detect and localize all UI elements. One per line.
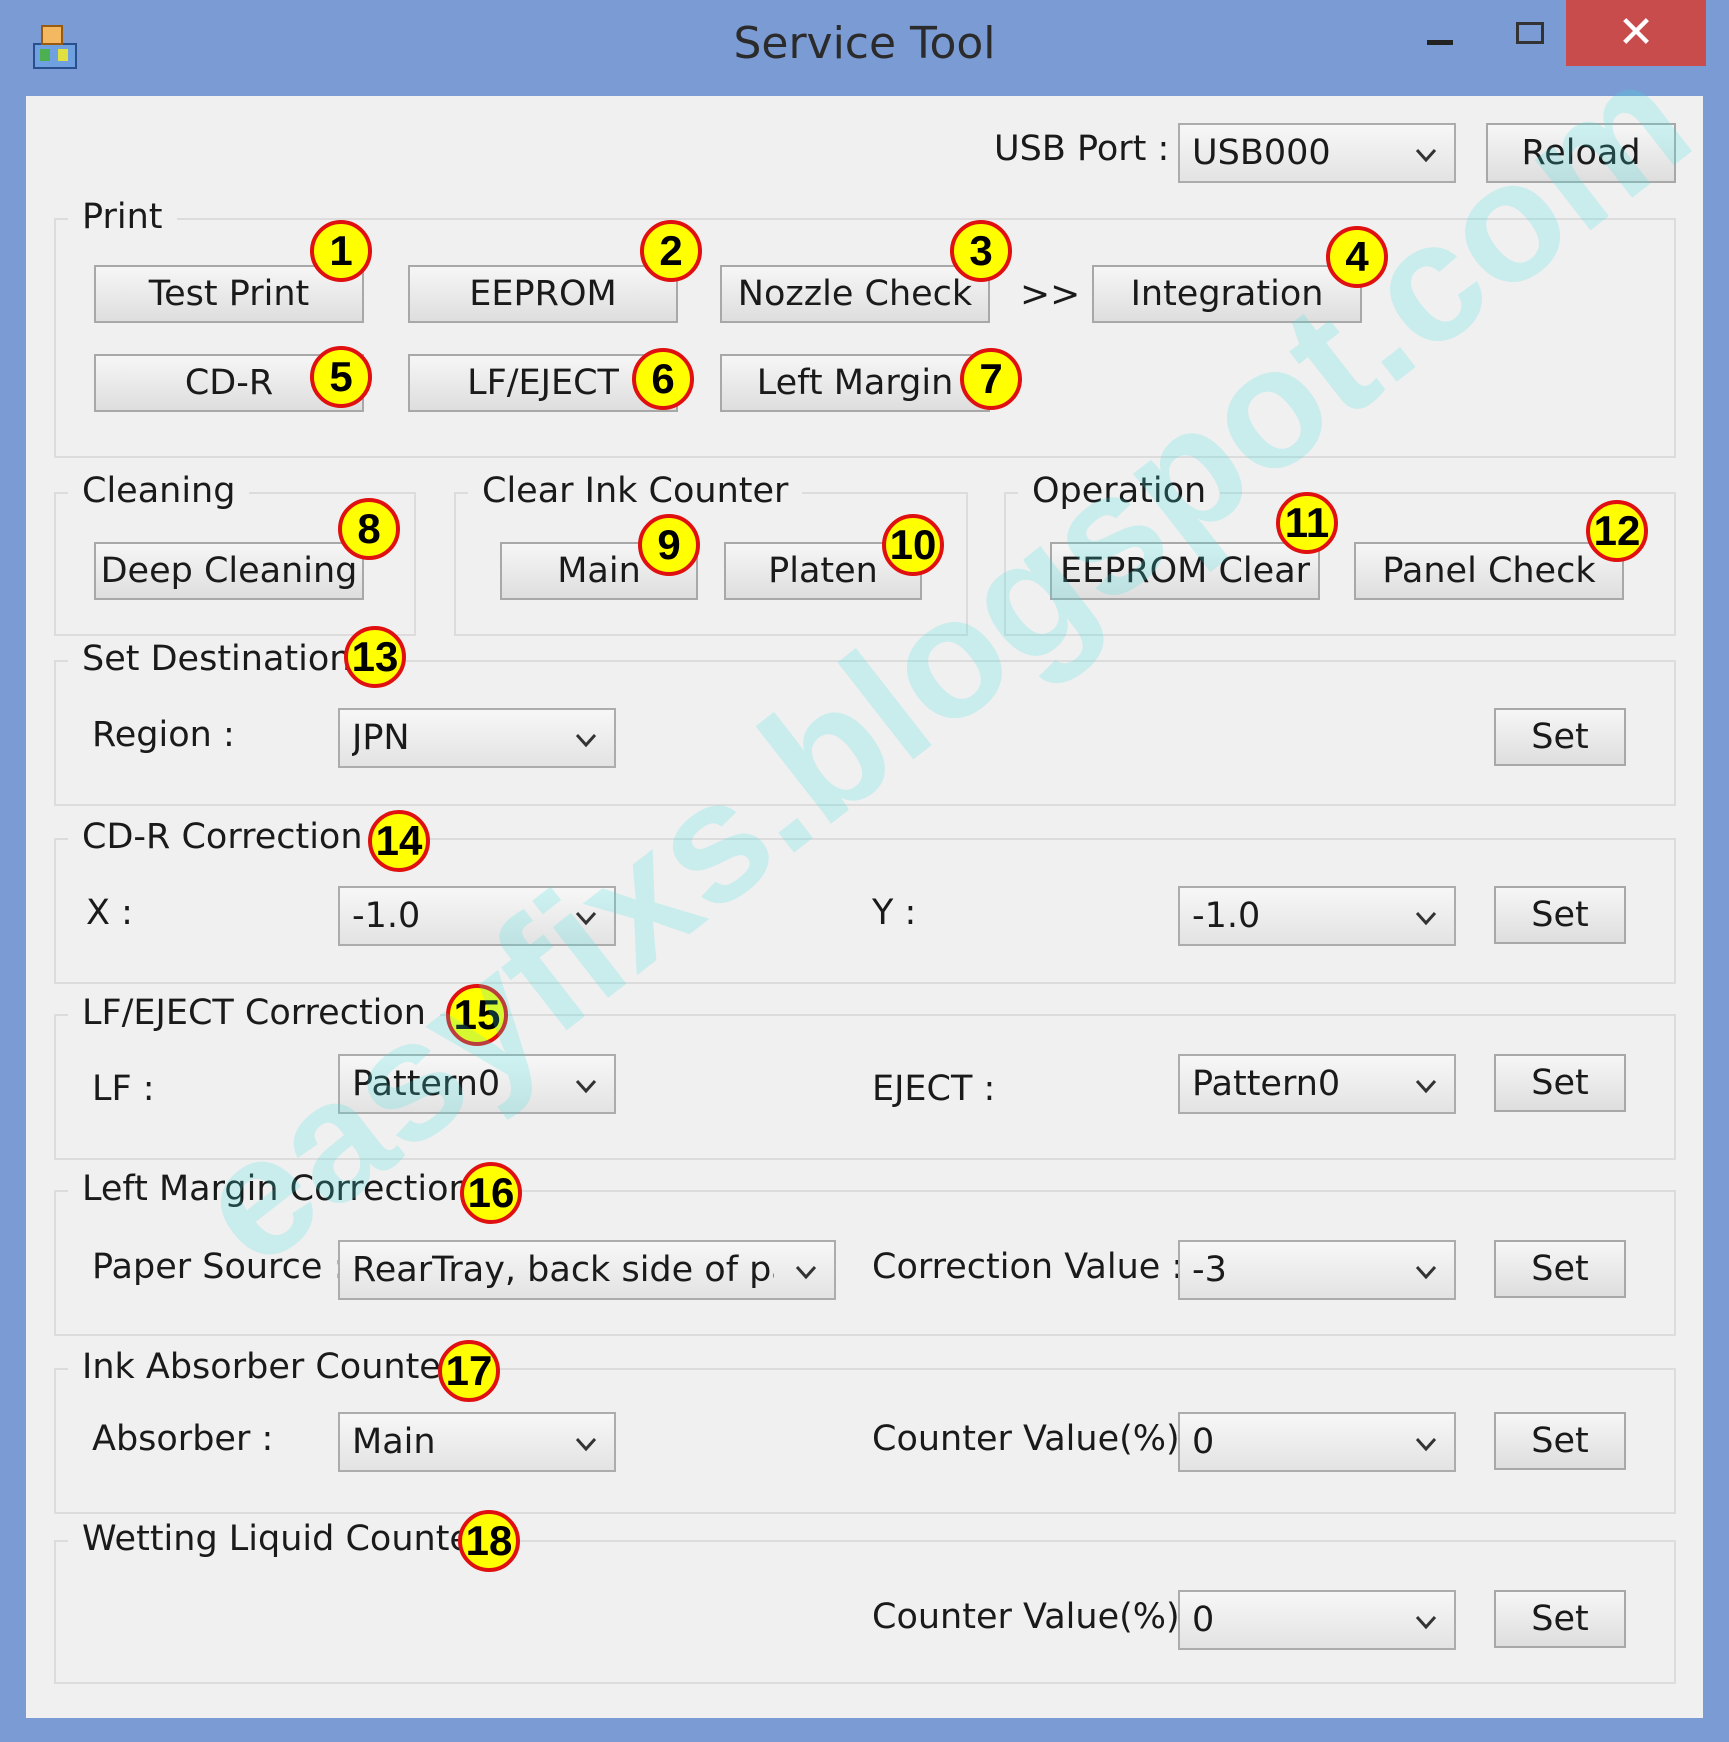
y-correction-value: -1.0 <box>1192 896 1261 936</box>
panel-check-button[interactable]: Panel Check <box>1354 542 1624 600</box>
absorber-set-button[interactable]: Set <box>1494 1412 1626 1470</box>
chevron-down-icon <box>575 733 597 748</box>
eeprom-button[interactable]: EEPROM <box>408 265 678 323</box>
wetting-set-button[interactable]: Set <box>1494 1590 1626 1648</box>
annotation-badge: 9 <box>638 514 700 576</box>
lf-pattern-select[interactable]: Pattern0 <box>338 1054 616 1114</box>
chevron-down-icon <box>1415 1079 1437 1094</box>
lf-eject-set-button[interactable]: Set <box>1494 1054 1626 1112</box>
annotation-badge: 13 <box>344 626 406 688</box>
cleaning-group-title: Cleaning <box>68 474 250 509</box>
maximize-icon <box>1516 22 1544 44</box>
left-margin-set-button[interactable]: Set <box>1494 1240 1626 1298</box>
maximize-button[interactable] <box>1480 0 1580 66</box>
annotation-badge: 5 <box>310 346 372 408</box>
chevron-down-icon <box>1415 1265 1437 1280</box>
title-bar[interactable]: Service Tool ✕ <box>0 0 1729 96</box>
chevron-down-icon <box>795 1265 817 1280</box>
sequence-arrow: >> <box>1020 274 1081 315</box>
integration-button[interactable]: Integration <box>1092 265 1362 323</box>
close-button[interactable]: ✕ <box>1566 0 1706 66</box>
absorber-counter-label: Counter Value(%) : <box>872 1419 1203 1459</box>
chevron-down-icon <box>575 1079 597 1094</box>
annotation-badge: 15 <box>446 984 508 1046</box>
client-area: USB Port : USB000 Reload Print Test Prin… <box>26 96 1703 1718</box>
left-margin-correction-title: Left Margin Correction <box>68 1172 485 1207</box>
annotation-badge: 18 <box>458 1510 520 1572</box>
eject-pattern-select[interactable]: Pattern0 <box>1178 1054 1456 1114</box>
usb-port-label: USB Port : <box>994 129 1170 169</box>
lf-pattern-value: Pattern0 <box>352 1064 501 1104</box>
eject-label: EJECT : <box>872 1069 996 1109</box>
y-label: Y : <box>872 893 917 933</box>
absorber-counter-select[interactable]: 0 <box>1178 1412 1456 1472</box>
paper-source-select[interactable]: RearTray, back side of pap <box>338 1240 836 1300</box>
chevron-down-icon <box>575 1437 597 1452</box>
region-select[interactable]: JPN <box>338 708 616 768</box>
chevron-down-icon <box>1415 911 1437 926</box>
left-margin-button[interactable]: Left Margin <box>720 354 990 412</box>
chevron-down-icon <box>1415 1437 1437 1452</box>
lf-eject-correction-title: LF/EJECT Correction <box>68 996 440 1031</box>
y-correction-select[interactable]: -1.0 <box>1178 886 1456 946</box>
ink-absorber-counter-title: Ink Absorber Counter <box>68 1350 470 1385</box>
deep-cleaning-button[interactable]: Deep Cleaning <box>94 542 364 600</box>
clear-ink-counter-title: Clear Ink Counter <box>468 474 803 509</box>
minimize-icon <box>1427 39 1453 45</box>
annotation-badge: 16 <box>460 1162 522 1224</box>
minimize-button[interactable] <box>1390 0 1490 66</box>
x-correction-value: -1.0 <box>352 896 421 936</box>
eject-pattern-value: Pattern0 <box>1192 1064 1341 1104</box>
annotation-badge: 12 <box>1586 500 1648 562</box>
chevron-down-icon <box>1415 1615 1437 1630</box>
usb-port-select[interactable]: USB000 <box>1178 123 1456 183</box>
destination-set-button[interactable]: Set <box>1494 708 1626 766</box>
usb-port-value: USB000 <box>1192 133 1331 173</box>
absorber-value: Main <box>352 1422 436 1462</box>
set-destination-group <box>54 660 1676 806</box>
reload-button[interactable]: Reload <box>1486 123 1676 183</box>
correction-value-label: Correction Value : <box>872 1247 1184 1287</box>
annotation-badge: 7 <box>960 348 1022 410</box>
correction-value-select[interactable]: -3 <box>1178 1240 1456 1300</box>
print-group-title: Print <box>68 200 177 235</box>
annotation-badge: 10 <box>882 514 944 576</box>
region-value: JPN <box>352 718 410 758</box>
set-destination-title: Set Destination <box>68 642 366 677</box>
annotation-badge: 14 <box>368 810 430 872</box>
correction-value: -3 <box>1192 1250 1227 1290</box>
print-group <box>54 218 1676 458</box>
absorber-counter-value: 0 <box>1192 1422 1215 1462</box>
wetting-counter-label: Counter Value(%) : <box>872 1597 1203 1637</box>
x-correction-select[interactable]: -1.0 <box>338 886 616 946</box>
annotation-badge: 6 <box>632 348 694 410</box>
lf-label: LF : <box>92 1069 155 1109</box>
annotation-badge: 2 <box>640 220 702 282</box>
close-icon: ✕ <box>1617 7 1655 58</box>
cd-r-correction-title: CD-R Correction <box>68 820 377 855</box>
absorber-select[interactable]: Main <box>338 1412 616 1472</box>
paper-source-label: Paper Source : <box>92 1247 346 1287</box>
region-label: Region : <box>92 715 235 755</box>
annotation-badge: 11 <box>1276 492 1338 554</box>
chevron-down-icon <box>1415 148 1437 163</box>
absorber-label: Absorber : <box>92 1419 274 1459</box>
service-tool-window: Service Tool ✕ USB Port : USB000 Reload … <box>0 0 1729 1742</box>
wetting-liquid-counter-title: Wetting Liquid Counter <box>68 1522 500 1557</box>
eeprom-clear-button[interactable]: EEPROM Clear <box>1050 542 1320 600</box>
operation-group-title: Operation <box>1018 474 1221 509</box>
x-label: X : <box>86 893 133 933</box>
annotation-badge: 4 <box>1326 226 1388 288</box>
annotation-badge: 3 <box>950 220 1012 282</box>
wetting-counter-value: 0 <box>1192 1600 1215 1640</box>
annotation-badge: 8 <box>338 498 400 560</box>
paper-source-value: RearTray, back side of pap <box>352 1250 774 1290</box>
nozzle-check-button[interactable]: Nozzle Check <box>720 265 990 323</box>
cd-r-set-button[interactable]: Set <box>1494 886 1626 944</box>
chevron-down-icon <box>575 911 597 926</box>
annotation-badge: 1 <box>310 220 372 282</box>
annotation-badge: 17 <box>438 1340 500 1402</box>
wetting-counter-select[interactable]: 0 <box>1178 1590 1456 1650</box>
